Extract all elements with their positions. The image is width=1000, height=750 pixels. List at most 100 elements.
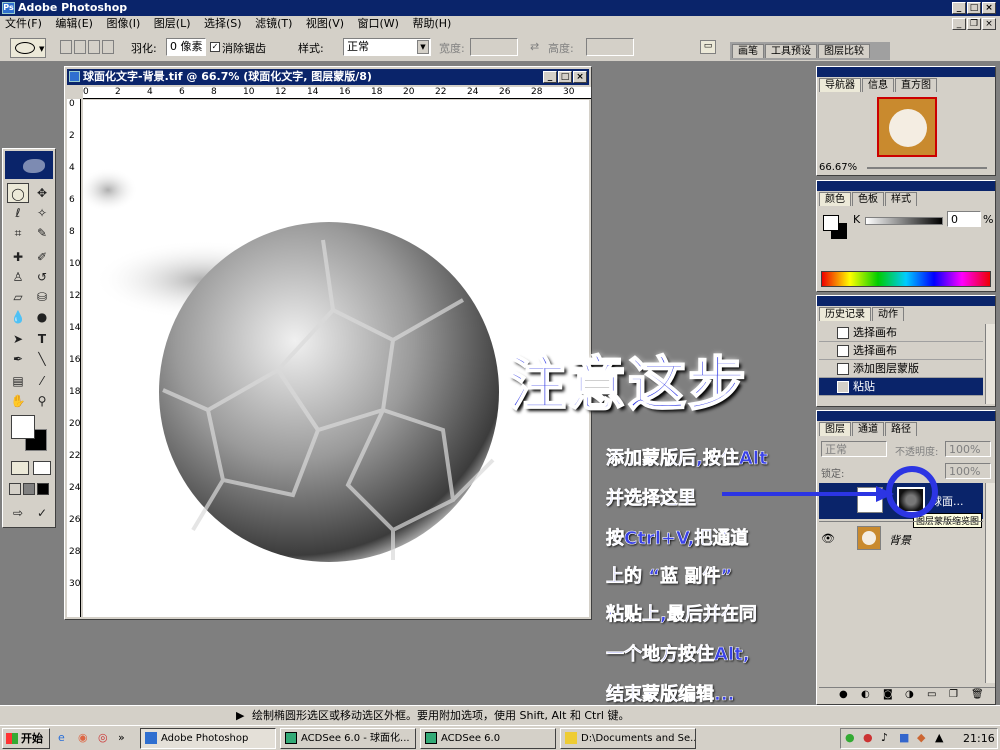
task-acdsee[interactable]: ACDSee 6.0 <box>420 728 556 749</box>
new-selection-button[interactable] <box>60 40 72 54</box>
lasso-tool-icon[interactable]: ℓ <box>7 203 29 223</box>
magic-wand-icon[interactable]: ✧ <box>31 203 53 223</box>
navigator-thumbnail[interactable] <box>877 97 937 157</box>
tray-volume-icon[interactable]: ♪ <box>881 731 888 744</box>
menu-select[interactable]: 选择(S) <box>199 16 247 32</box>
crop-tool-icon[interactable]: ⌗ <box>7 223 29 243</box>
feather-input[interactable]: 0 像素 <box>166 38 206 56</box>
mask-icon[interactable]: ◙ <box>883 689 893 700</box>
task-acdsee-image[interactable]: ACDSee 6.0 - 球面化... <box>280 728 416 749</box>
quicklaunch-arrow-icon[interactable]: » <box>118 731 125 744</box>
palette-tab-brushes[interactable]: 画笔 <box>732 44 764 58</box>
eye-icon[interactable]: 👁 <box>821 532 835 545</box>
tray-misc-icon[interactable]: ▲ <box>935 731 943 744</box>
tab-color[interactable]: 颜色 <box>819 192 851 206</box>
type-tool-icon[interactable]: T <box>31 329 53 349</box>
antialias-checkbox[interactable]: ✓ <box>210 42 220 52</box>
maximize-icon[interactable]: □ <box>967 2 981 14</box>
ie-icon[interactable]: e <box>58 731 65 744</box>
fx-icon[interactable]: ◐ <box>861 689 870 700</box>
layers-scrollbar[interactable] <box>985 483 995 683</box>
eyedropper-icon[interactable]: ⁄ <box>31 371 53 391</box>
close-icon[interactable]: × <box>982 2 996 14</box>
menu-edit[interactable]: 编辑(E) <box>50 16 98 32</box>
k-value-input[interactable]: 0 <box>947 211 981 227</box>
menu-help[interactable]: 帮助(H) <box>407 16 456 32</box>
link-icon[interactable]: ● <box>839 689 848 700</box>
subtract-selection-button[interactable] <box>88 40 100 54</box>
menu-filter[interactable]: 滤镜(T) <box>250 16 297 32</box>
move-tool-icon[interactable]: ✥ <box>31 183 53 203</box>
new-layer-icon[interactable]: ❐ <box>949 689 958 700</box>
tab-histogram[interactable]: 直方图 <box>895 78 937 92</box>
tab-history[interactable]: 历史记录 <box>819 307 871 321</box>
palette-tab-tool-presets[interactable]: 工具预设 <box>765 44 817 58</box>
printer-icon[interactable]: ▭ <box>700 40 716 54</box>
menu-view[interactable]: 视图(V) <box>301 16 349 32</box>
elliptical-marquee-preset-button[interactable]: ▼ <box>10 38 46 58</box>
history-item[interactable]: 选择画布 <box>819 342 983 360</box>
history-item[interactable]: 选择画布 <box>819 324 983 342</box>
trash-icon[interactable]: 🗑 <box>971 689 984 700</box>
screen-mode-full-menu-icon[interactable] <box>23 483 35 495</box>
doc-minimize-icon[interactable]: _ <box>952 18 966 30</box>
menu-layer[interactable]: 图层(L) <box>149 16 196 32</box>
notes-tool-icon[interactable]: ▤ <box>7 371 29 391</box>
standard-mode-icon[interactable] <box>11 461 29 475</box>
blend-mode-select[interactable]: 正常 <box>821 441 887 457</box>
history-item[interactable]: 添加图层蒙版 <box>819 360 983 378</box>
start-button[interactable]: 开始 <box>2 728 50 749</box>
tray-ime-icon[interactable]: ■ <box>899 731 909 744</box>
adjustment-icon[interactable]: ◑ <box>905 689 914 700</box>
doc-window-maximize-icon[interactable]: □ <box>558 71 572 83</box>
quickmask-mode-icon[interactable] <box>33 461 51 475</box>
tray-antivirus-icon[interactable]: ● <box>863 731 873 744</box>
brush-tool-icon[interactable]: ✐ <box>31 247 53 267</box>
history-item[interactable]: 粘贴 <box>819 378 983 396</box>
color-ramp[interactable] <box>821 271 991 287</box>
style-select[interactable]: 正常 ▼ <box>343 38 431 56</box>
browser-icon[interactable]: ◉ <box>78 731 88 744</box>
line-tool-icon[interactable]: ╲ <box>31 349 53 369</box>
tab-paths[interactable]: 路径 <box>885 422 917 436</box>
tab-info[interactable]: 信息 <box>862 78 894 92</box>
path-selection-icon[interactable]: ➤ <box>7 329 29 349</box>
intersect-selection-button[interactable] <box>102 40 114 54</box>
clone-stamp-icon[interactable]: ♙ <box>7 267 29 287</box>
history-scrollbar[interactable] <box>985 324 995 404</box>
foreground-color-swatch[interactable] <box>11 415 35 439</box>
menu-image[interactable]: 图像(I) <box>101 16 145 32</box>
jump-icon[interactable]: ✓ <box>31 503 53 523</box>
folder-icon[interactable]: ▭ <box>927 689 936 700</box>
hand-tool-icon[interactable]: ✋ <box>7 391 29 411</box>
tab-swatches[interactable]: 色板 <box>852 192 884 206</box>
navigator-zoom[interactable]: 66.67% <box>819 162 857 173</box>
tab-actions[interactable]: 动作 <box>872 307 904 321</box>
healing-brush-icon[interactable]: ✚ <box>7 247 29 267</box>
tab-channels[interactable]: 通道 <box>852 422 884 436</box>
blur-tool-icon[interactable]: 💧 <box>7 307 29 327</box>
tray-network-icon[interactable]: ● <box>845 731 855 744</box>
zoom-tool-icon[interactable]: ⚲ <box>31 391 53 411</box>
menu-file[interactable]: 文件(F) <box>0 16 47 32</box>
layer-row-background[interactable]: 👁 背景 <box>819 521 983 553</box>
menu-window[interactable]: 窗口(W) <box>353 16 404 32</box>
dodge-tool-icon[interactable]: ● <box>31 307 53 327</box>
slice-tool-icon[interactable]: ✎ <box>31 223 53 243</box>
tray-app-icon[interactable]: ◆ <box>917 731 925 744</box>
fg-color-chip[interactable] <box>823 215 839 231</box>
marquee-tool-icon[interactable]: ◯ <box>7 183 29 203</box>
paint-bucket-icon[interactable]: ⛁ <box>31 287 53 307</box>
imageready-icon[interactable]: ⇨ <box>7 503 29 523</box>
doc-restore-icon[interactable]: ❐ <box>967 18 981 30</box>
history-brush-icon[interactable]: ↺ <box>31 267 53 287</box>
tab-navigator[interactable]: 导航器 <box>819 78 861 92</box>
doc-window-close-icon[interactable]: × <box>573 71 587 83</box>
screen-mode-full-icon[interactable] <box>37 483 49 495</box>
task-photoshop[interactable]: Adobe Photoshop <box>140 728 276 749</box>
clock[interactable]: 21:16 <box>963 732 995 745</box>
screen-mode-standard-icon[interactable] <box>9 483 21 495</box>
tab-styles[interactable]: 样式 <box>885 192 917 206</box>
media-icon[interactable]: ◎ <box>98 731 108 744</box>
minimize-icon[interactable]: _ <box>952 2 966 14</box>
